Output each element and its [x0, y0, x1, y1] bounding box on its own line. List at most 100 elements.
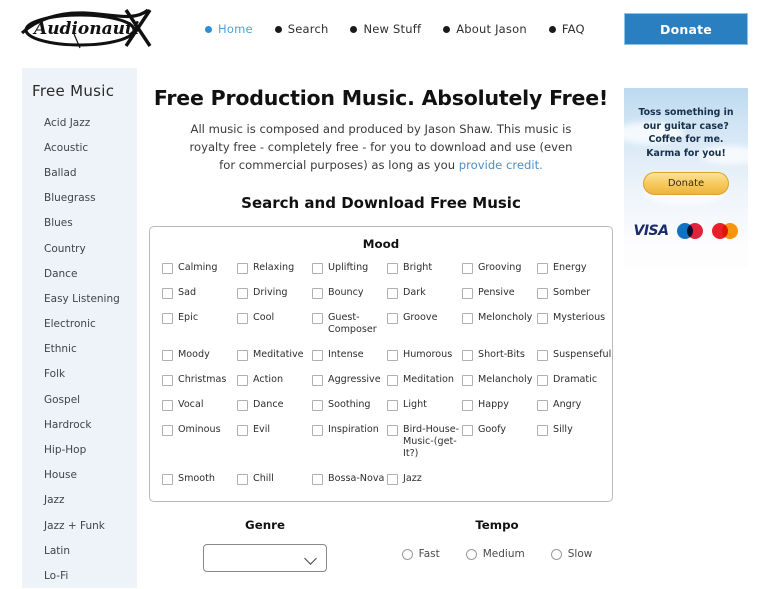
checkbox-icon[interactable]: [387, 288, 398, 299]
mood-checkbox-inspiration[interactable]: Inspiration: [312, 424, 387, 460]
mood-checkbox-dark[interactable]: Dark: [387, 287, 462, 299]
mood-checkbox-mysterious[interactable]: Mysterious: [537, 312, 612, 336]
mood-checkbox-chill[interactable]: Chill: [237, 473, 312, 485]
mood-checkbox-bird-house-music-get-it[interactable]: Bird-House-Music-(get-It?): [387, 424, 462, 460]
checkbox-icon[interactable]: [237, 350, 248, 361]
sidebar-item-bluegrass[interactable]: Bluegrass: [22, 186, 137, 211]
checkbox-icon[interactable]: [312, 263, 323, 274]
checkbox-icon[interactable]: [312, 425, 323, 436]
checkbox-icon[interactable]: [537, 350, 548, 361]
mood-checkbox-vocal[interactable]: Vocal: [162, 399, 237, 411]
sidebar-item-house[interactable]: House: [22, 463, 137, 488]
checkbox-icon[interactable]: [312, 313, 323, 324]
checkbox-icon[interactable]: [462, 350, 473, 361]
mood-checkbox-dramatic[interactable]: Dramatic: [537, 374, 612, 386]
checkbox-icon[interactable]: [537, 375, 548, 386]
nav-item-faq[interactable]: FAQ: [548, 22, 585, 36]
checkbox-icon[interactable]: [462, 400, 473, 411]
checkbox-icon[interactable]: [537, 425, 548, 436]
sidebar-item-jazz-funk[interactable]: Jazz + Funk: [22, 513, 137, 538]
mood-checkbox-ominous[interactable]: Ominous: [162, 424, 237, 460]
mood-checkbox-dance[interactable]: Dance: [237, 399, 312, 411]
checkbox-icon[interactable]: [387, 425, 398, 436]
mood-checkbox-intense[interactable]: Intense: [312, 349, 387, 361]
radio-icon[interactable]: [550, 548, 562, 560]
checkbox-icon[interactable]: [237, 263, 248, 274]
checkbox-icon[interactable]: [312, 350, 323, 361]
mood-checkbox-smooth[interactable]: Smooth: [162, 473, 237, 485]
donate-button-sidebar[interactable]: Donate: [643, 172, 729, 195]
mood-checkbox-humorous[interactable]: Humorous: [387, 349, 462, 361]
checkbox-icon[interactable]: [237, 313, 248, 324]
mood-checkbox-evil[interactable]: Evil: [237, 424, 312, 460]
checkbox-icon[interactable]: [387, 375, 398, 386]
checkbox-icon[interactable]: [162, 263, 173, 274]
tempo-option-slow[interactable]: Slow: [550, 548, 592, 560]
sidebar-item-easy-listening[interactable]: Easy Listening: [22, 286, 137, 311]
checkbox-icon[interactable]: [462, 375, 473, 386]
checkbox-icon[interactable]: [312, 400, 323, 411]
mood-checkbox-calming[interactable]: Calming: [162, 262, 237, 274]
genre-select[interactable]: [203, 544, 327, 572]
mood-checkbox-bossa-nova[interactable]: Bossa-Nova: [312, 473, 387, 485]
mood-checkbox-somber[interactable]: Somber: [537, 287, 612, 299]
mood-checkbox-grooving[interactable]: Grooving: [462, 262, 537, 274]
sidebar-item-electronic[interactable]: Electronic: [22, 312, 137, 337]
sidebar-item-ballad[interactable]: Ballad: [22, 160, 137, 185]
nav-item-about-jason[interactable]: About Jason: [443, 22, 527, 36]
checkbox-icon[interactable]: [162, 474, 173, 485]
checkbox-icon[interactable]: [462, 288, 473, 299]
tempo-option-medium[interactable]: Medium: [465, 548, 525, 560]
checkbox-icon[interactable]: [537, 313, 548, 324]
mood-checkbox-groove[interactable]: Groove: [387, 312, 462, 336]
sidebar-item-latin[interactable]: Latin: [22, 538, 137, 563]
mood-checkbox-jazz[interactable]: Jazz: [387, 473, 462, 485]
mood-checkbox-meditation[interactable]: Meditation: [387, 374, 462, 386]
donate-button-header[interactable]: Donate: [624, 13, 748, 45]
sidebar-item-dance[interactable]: Dance: [22, 261, 137, 286]
checkbox-icon[interactable]: [462, 263, 473, 274]
mood-checkbox-guest-composer[interactable]: Guest-Composer: [312, 312, 387, 336]
sidebar-item-jazz[interactable]: Jazz: [22, 488, 137, 513]
checkbox-icon[interactable]: [387, 313, 398, 324]
sidebar-item-hardrock[interactable]: Hardrock: [22, 412, 137, 437]
mood-checkbox-bouncy[interactable]: Bouncy: [312, 287, 387, 299]
checkbox-icon[interactable]: [537, 288, 548, 299]
mood-checkbox-melancholy[interactable]: Melancholy: [462, 374, 537, 386]
mood-checkbox-epic[interactable]: Epic: [162, 312, 237, 336]
checkbox-icon[interactable]: [162, 400, 173, 411]
checkbox-icon[interactable]: [462, 313, 473, 324]
checkbox-icon[interactable]: [312, 375, 323, 386]
sidebar-item-lo-fi[interactable]: Lo-Fi: [22, 563, 137, 588]
checkbox-icon[interactable]: [162, 375, 173, 386]
mood-checkbox-christmas[interactable]: Christmas: [162, 374, 237, 386]
sidebar-item-ethnic[interactable]: Ethnic: [22, 337, 137, 362]
nav-item-search[interactable]: Search: [274, 22, 329, 36]
mood-checkbox-meditative[interactable]: Meditative: [237, 349, 312, 361]
tempo-option-fast[interactable]: Fast: [401, 548, 440, 560]
sidebar-item-folk[interactable]: Folk: [22, 362, 137, 387]
mood-checkbox-energy[interactable]: Energy: [537, 262, 612, 274]
mood-checkbox-action[interactable]: Action: [237, 374, 312, 386]
checkbox-icon[interactable]: [237, 288, 248, 299]
mood-checkbox-meloncholy[interactable]: Meloncholy: [462, 312, 537, 336]
mood-checkbox-pensive[interactable]: Pensive: [462, 287, 537, 299]
checkbox-icon[interactable]: [312, 288, 323, 299]
sidebar-item-hip-hop[interactable]: Hip-Hop: [22, 437, 137, 462]
mood-checkbox-moody[interactable]: Moody: [162, 349, 237, 361]
checkbox-icon[interactable]: [387, 400, 398, 411]
radio-icon[interactable]: [465, 548, 477, 560]
sidebar-item-country[interactable]: Country: [22, 236, 137, 261]
checkbox-icon[interactable]: [237, 375, 248, 386]
sidebar-item-gospel[interactable]: Gospel: [22, 387, 137, 412]
checkbox-icon[interactable]: [162, 425, 173, 436]
mood-checkbox-sad[interactable]: Sad: [162, 287, 237, 299]
mood-checkbox-aggressive[interactable]: Aggressive: [312, 374, 387, 386]
checkbox-icon[interactable]: [387, 350, 398, 361]
nav-item-new-stuff[interactable]: New Stuff: [350, 22, 421, 36]
sidebar-item-acid-jazz[interactable]: Acid Jazz: [22, 110, 137, 135]
checkbox-icon[interactable]: [162, 313, 173, 324]
mood-checkbox-driving[interactable]: Driving: [237, 287, 312, 299]
checkbox-icon[interactable]: [387, 263, 398, 274]
mood-checkbox-cool[interactable]: Cool: [237, 312, 312, 336]
